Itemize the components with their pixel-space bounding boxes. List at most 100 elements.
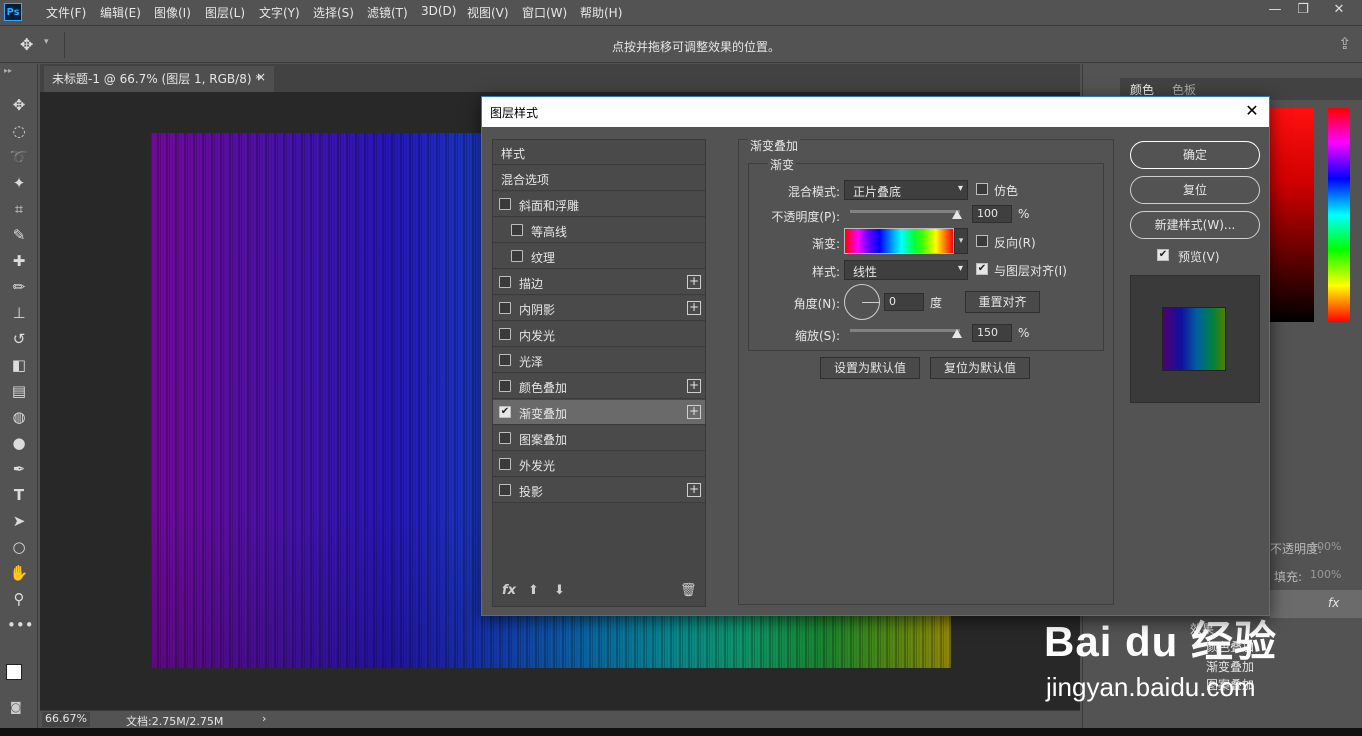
color-picker-field[interactable] — [1270, 108, 1314, 322]
align-checkbox[interactable]: ✔ — [976, 263, 988, 275]
style-checkbox[interactable] — [499, 198, 511, 210]
style-checkbox[interactable] — [499, 302, 511, 314]
reverse-checkbox[interactable] — [976, 235, 988, 247]
menu-help[interactable]: 帮助(H) — [580, 4, 622, 21]
quick-mask-icon[interactable]: ◙ — [10, 700, 22, 714]
minimize-button[interactable]: — — [1262, 2, 1288, 20]
status-menu-arrow[interactable]: › — [262, 712, 266, 725]
blend-mode-select[interactable]: 正片叠底 ▾ — [844, 180, 968, 200]
add-effect-icon[interactable]: + — [687, 275, 701, 289]
move-down-icon[interactable]: ⬇ — [554, 583, 565, 598]
marquee-tool-icon[interactable]: ◌ — [7, 120, 31, 142]
angle-input[interactable]: 0 — [884, 293, 924, 311]
ok-button[interactable]: 确定 — [1130, 141, 1260, 169]
menu-select[interactable]: 选择(S) — [313, 4, 354, 21]
type-tool-icon[interactable]: T — [7, 484, 31, 506]
gradient-picker[interactable] — [844, 228, 954, 254]
trash-icon[interactable]: 🗑 — [680, 583, 697, 598]
opacity-slider-thumb[interactable] — [952, 210, 962, 219]
gradient-dropdown-icon[interactable]: ▾ — [954, 228, 968, 254]
menu-layer[interactable]: 图层(L) — [205, 4, 245, 21]
style-list-item[interactable]: 描边 + — [493, 270, 705, 295]
document-tab[interactable]: 未标题-1 @ 66.7% (图层 1, RGB/8) * × — [44, 66, 274, 92]
style-checkbox[interactable] — [511, 224, 523, 236]
restore-button[interactable]: ❐ — [1290, 2, 1316, 20]
menu-window[interactable]: 窗口(W) — [522, 4, 567, 21]
eraser-tool-icon[interactable]: ◧ — [7, 354, 31, 376]
style-list-item[interactable]: 投影 + — [493, 478, 705, 503]
zoom-level-field[interactable]: 66.67% — [42, 712, 90, 727]
menu-file[interactable]: 文件(F) — [46, 4, 86, 21]
style-list-item[interactable]: 等高线 — [493, 218, 705, 243]
lasso-tool-icon[interactable]: ➰ — [7, 146, 31, 168]
stamp-tool-icon[interactable]: ⊥ — [7, 302, 31, 324]
add-effect-icon[interactable]: + — [687, 301, 701, 315]
magic-wand-icon[interactable]: ✦ — [7, 172, 31, 194]
add-effect-icon[interactable]: + — [687, 379, 701, 393]
style-checkbox[interactable] — [511, 250, 523, 262]
style-list-item[interactable]: 内阴影 + — [493, 296, 705, 321]
angle-dial[interactable] — [844, 284, 880, 320]
style-checkbox[interactable] — [499, 380, 511, 392]
more-tools-icon[interactable]: ••• — [7, 614, 34, 636]
menu-type[interactable]: 文字(Y) — [259, 4, 300, 21]
style-checkbox[interactable] — [499, 354, 511, 366]
path-select-icon[interactable]: ➤ — [7, 510, 31, 532]
pen-tool-icon[interactable]: ✒ — [7, 458, 31, 480]
hue-slider[interactable] — [1328, 108, 1350, 322]
set-default-button[interactable]: 设置为默认值 — [820, 357, 920, 379]
blur-tool-icon[interactable]: ◍ — [7, 406, 31, 428]
style-list-item[interactable]: 光泽 — [493, 348, 705, 373]
reset-align-button[interactable]: 重置对齐 — [965, 291, 1040, 313]
ellipse-tool-icon[interactable]: ○ — [7, 536, 31, 558]
history-brush-icon[interactable]: ↺ — [7, 328, 31, 350]
style-list-item[interactable]: 颜色叠加 + — [493, 374, 705, 399]
zoom-tool-icon[interactable]: ⚲ — [7, 588, 31, 610]
layer-row[interactable]: fx — [1270, 590, 1362, 618]
style-checkbox[interactable] — [499, 484, 511, 496]
move-tool-icon[interactable]: ✥ — [7, 94, 31, 116]
style-list-item[interactable]: 样式 — [493, 140, 705, 165]
scale-input[interactable]: 150 — [972, 324, 1012, 342]
style-checkbox[interactable] — [499, 432, 511, 444]
fx-menu-icon[interactable]: fx — [502, 583, 516, 598]
menu-edit[interactable]: 编辑(E) — [100, 4, 141, 21]
layer-fill-value[interactable]: 100% — [1310, 568, 1341, 581]
preview-checkbox[interactable]: ✔ — [1157, 249, 1169, 261]
reset-default-button[interactable]: 复位为默认值 — [930, 357, 1030, 379]
style-checkbox[interactable] — [499, 276, 511, 288]
move-up-icon[interactable]: ⬆ — [528, 583, 539, 598]
gradient-style-select[interactable]: 线性 ▾ — [844, 260, 968, 280]
hand-tool-icon[interactable]: ✋ — [7, 562, 31, 584]
collapse-icon[interactable]: ▸▸ — [4, 66, 12, 75]
move-tool-icon[interactable]: ✥ — [20, 35, 33, 54]
dialog-close-icon[interactable]: ✕ — [1240, 101, 1264, 123]
reset-button[interactable]: 复位 — [1130, 176, 1260, 204]
style-list-item[interactable]: 纹理 — [493, 244, 705, 269]
style-list-item[interactable]: 内发光 — [493, 322, 705, 347]
layer-opacity-value[interactable]: 100% — [1310, 540, 1341, 553]
menu-filter[interactable]: 滤镜(T) — [367, 4, 408, 21]
crop-tool-icon[interactable]: ⌗ — [7, 198, 31, 220]
gradient-tool-icon[interactable]: ▤ — [7, 380, 31, 402]
brush-tool-icon[interactable]: ✏ — [7, 276, 31, 298]
close-window-button[interactable]: ✕ — [1326, 2, 1352, 20]
style-checkbox[interactable] — [499, 328, 511, 340]
dodge-tool-icon[interactable]: ● — [7, 432, 31, 454]
add-effect-icon[interactable]: + — [687, 405, 701, 419]
style-list-item[interactable]: 混合选项 — [493, 166, 705, 191]
style-list-item[interactable]: 外发光 — [493, 452, 705, 477]
style-list-item[interactable]: 斜面和浮雕 — [493, 192, 705, 217]
scale-slider-track[interactable] — [850, 329, 960, 332]
scale-slider-thumb[interactable] — [952, 329, 962, 338]
menu-3d[interactable]: 3D(D) — [421, 4, 456, 18]
eyedropper-icon[interactable]: ✎ — [7, 224, 31, 246]
style-list-item[interactable]: 图案叠加 — [493, 426, 705, 451]
close-tab-icon[interactable]: × — [256, 70, 266, 84]
foreground-color-swatch[interactable] — [6, 664, 22, 680]
menu-view[interactable]: 视图(V) — [467, 4, 509, 21]
share-icon[interactable]: ⇪ — [1338, 34, 1351, 53]
style-list-item[interactable]: ✔ 渐变叠加 + — [493, 400, 705, 425]
dither-checkbox[interactable] — [976, 183, 988, 195]
style-checkbox[interactable]: ✔ — [499, 406, 511, 418]
